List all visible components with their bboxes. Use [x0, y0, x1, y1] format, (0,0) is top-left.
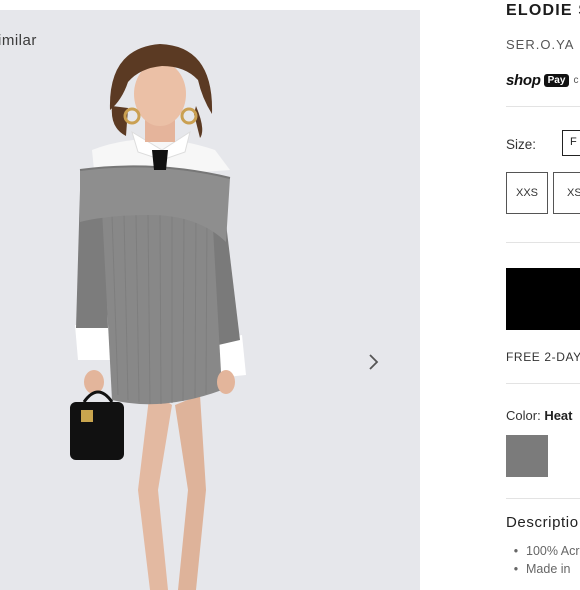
divider [506, 242, 580, 243]
chevron-right-icon [369, 354, 379, 370]
product-info: ELODIE S SER.O.YA shop Pay c Size: F XXS… [506, 0, 580, 580]
shop-pay-logo-shop: shop [506, 72, 541, 89]
list-item: • 100% Acr [513, 544, 580, 558]
color-value: Heat [544, 408, 573, 423]
divider [506, 498, 580, 499]
color-swatch-heather-grey[interactable] [506, 435, 548, 477]
list-item: • Made in [513, 562, 571, 576]
shipping-notice: FREE 2-DAY [506, 350, 580, 364]
shop-pay-logo-pay: Pay [543, 74, 570, 87]
description-heading[interactable]: Descriptio [506, 514, 579, 531]
add-to-cart-button[interactable] [506, 268, 580, 330]
size-option-xxs[interactable]: XXS [506, 172, 548, 214]
product-brand[interactable]: SER.O.YA [506, 37, 574, 52]
shop-similar-link[interactable]: imilar [0, 32, 37, 49]
shop-pay-badge[interactable]: shop Pay c [506, 72, 578, 89]
size-option-xs[interactable]: XS [553, 172, 580, 214]
size-label: Size: [506, 137, 537, 152]
divider [506, 383, 580, 384]
color-label: Color: [506, 408, 541, 423]
description-list: • 100% Acr • Made in [506, 544, 580, 580]
size-select[interactable]: F [562, 130, 580, 156]
shop-pay-text: c [573, 75, 579, 86]
color-row: Color: Heat [506, 408, 573, 423]
product-photo-model [70, 44, 246, 590]
next-image-button[interactable] [364, 350, 384, 374]
divider [506, 106, 580, 107]
product-image[interactable]: imilar [0, 10, 420, 590]
product-title: ELODIE S [506, 2, 580, 19]
